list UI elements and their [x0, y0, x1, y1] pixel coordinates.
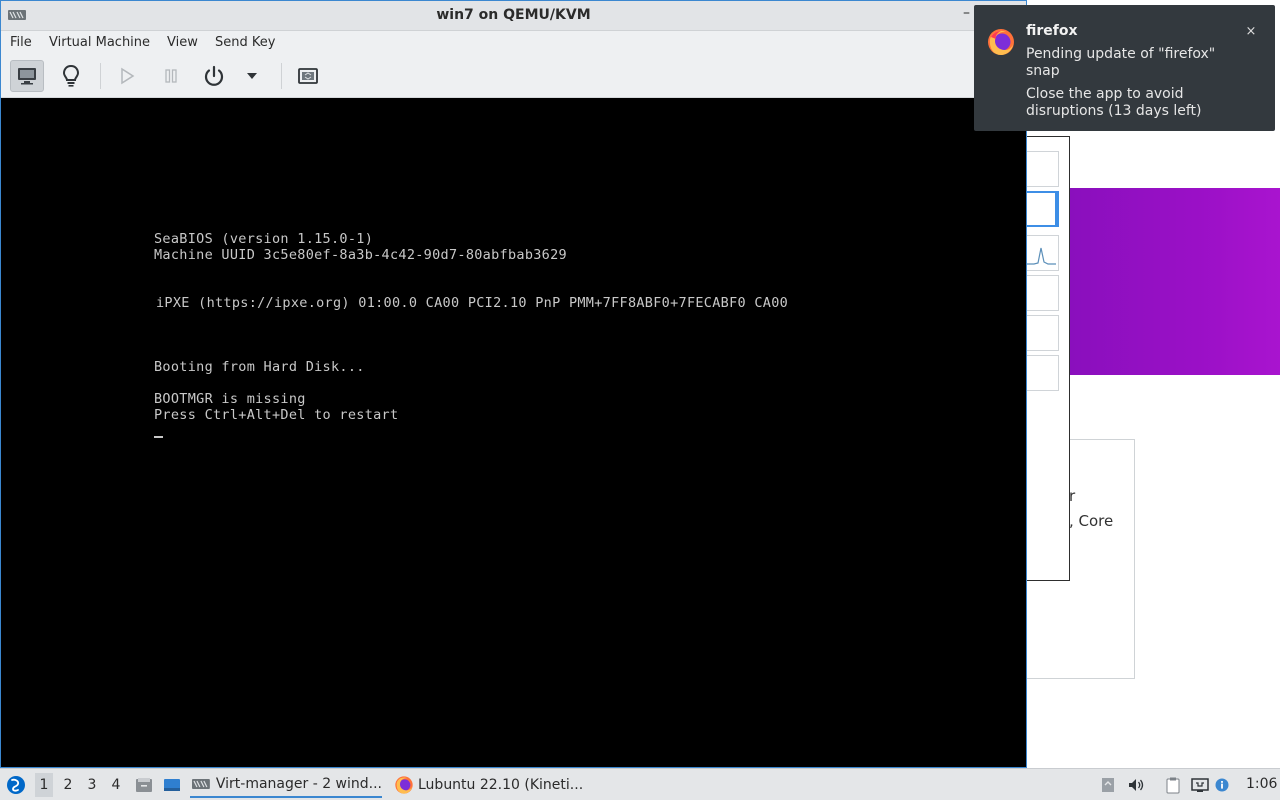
speaker-icon — [1129, 779, 1144, 791]
power-icon — [204, 65, 224, 86]
info-icon — [1215, 778, 1229, 792]
firefox-icon — [988, 29, 1014, 55]
notification-detail: Close the app to avoid disruptions (13 d… — [1026, 86, 1202, 119]
notification-title: firefox — [1026, 23, 1078, 39]
show-desktop-button[interactable] — [162, 775, 182, 795]
background-panel-field[interactable] — [1026, 151, 1059, 187]
lightbulb-icon — [62, 64, 80, 87]
sparkline-icon — [1026, 247, 1056, 265]
show-details-button[interactable] — [54, 60, 88, 92]
background-panel-field[interactable] — [1026, 355, 1059, 391]
background-text-fragment: , Core — [1069, 512, 1114, 530]
taskbar-item-label: Virt-manager - 2 wind... — [215, 776, 382, 792]
background-card-lower-edge — [1026, 581, 1070, 679]
toolbar — [1, 55, 1026, 98]
background-panel-field[interactable] — [1026, 275, 1059, 311]
file-manager-launcher[interactable] — [134, 775, 154, 795]
tray-volume[interactable] — [1126, 775, 1146, 795]
shutdown-menu-button[interactable] — [237, 60, 267, 92]
background-purple-banner — [1070, 188, 1280, 375]
play-icon — [121, 67, 135, 85]
notification-message: Pending update of "firefox" snap — [1026, 46, 1216, 79]
background-panel-graph[interactable] — [1026, 235, 1059, 271]
console-line: iPXE (https://ipxe.org) 01:00.0 CA00 PCI… — [156, 295, 789, 311]
firefox-icon — [395, 776, 413, 794]
console-line: Press Ctrl+Alt+Del to restart — [154, 407, 399, 423]
taskbar-item-virt-manager[interactable]: Virt-manager - 2 wind... — [190, 772, 382, 798]
console-line: Booting from Hard Disk... — [154, 359, 365, 375]
vm-console-display[interactable]: SeaBIOS (version 1.15.0-1) Machine UUID … — [1, 98, 1026, 767]
taskbar: 1 2 3 4 Virt-manager - 2 wind... Lubuntu… — [0, 768, 1280, 800]
console-cursor — [154, 436, 163, 438]
workspace-4[interactable]: 4 — [107, 777, 125, 793]
workspace-3[interactable]: 3 — [83, 777, 101, 793]
menu-send-key[interactable]: Send Key — [215, 35, 275, 50]
network-wired-icon — [1191, 778, 1209, 792]
workspace-2[interactable]: 2 — [59, 777, 77, 793]
fullscreen-icon — [298, 68, 318, 84]
lubuntu-logo-icon — [7, 776, 25, 794]
console-line: SeaBIOS (version 1.15.0-1) — [154, 231, 374, 247]
run-button[interactable] — [110, 60, 144, 92]
window-title: win7 on QEMU/KVM — [436, 7, 591, 23]
show-console-button[interactable] — [10, 60, 44, 92]
tray-clipboard[interactable] — [1163, 775, 1183, 795]
workspace-1[interactable]: 1 — [35, 773, 53, 797]
menu-file[interactable]: File — [10, 35, 32, 50]
menu-view[interactable]: View — [167, 35, 198, 50]
console-line: BOOTMGR is missing — [154, 391, 306, 407]
taskbar-item-label: Lubuntu 22.10 (Kineti... — [418, 777, 584, 793]
dropdown-arrow-icon — [247, 73, 257, 79]
file-manager-icon — [136, 778, 152, 792]
background-side-panel — [1026, 136, 1070, 581]
monitor-icon — [18, 68, 36, 85]
background-text-fragment: r — [1069, 487, 1076, 505]
tray-notifications[interactable] — [1214, 775, 1230, 795]
menu-virtual-machine[interactable]: Virtual Machine — [49, 35, 150, 50]
clock[interactable]: 1:06 — [1246, 776, 1277, 792]
menu-bar: File Virtual Machine View Send Key — [1, 31, 1026, 55]
console-line: Machine UUID 3c5e80ef-8a3b-4c42-90d7-80a… — [154, 247, 567, 263]
fullscreen-button[interactable] — [291, 60, 325, 92]
background-panel-field[interactable] — [1026, 315, 1059, 351]
start-menu-button[interactable] — [5, 774, 27, 796]
tray-network[interactable] — [1190, 775, 1210, 795]
clipboard-icon — [1166, 777, 1180, 794]
virt-manager-icon — [192, 779, 210, 789]
notification-close-button[interactable]: × — [1244, 25, 1258, 39]
notification-popup[interactable]: firefox Pending update of "firefox" snap… — [974, 5, 1275, 131]
vm-window: win7 on QEMU/KVM – File Virtual Machine … — [0, 0, 1027, 768]
package-icon — [1102, 778, 1114, 792]
tray-updates[interactable] — [1098, 775, 1118, 795]
background-panel-field-selected[interactable] — [1026, 191, 1059, 227]
toolbar-separator — [281, 63, 282, 89]
toolbar-separator — [100, 63, 101, 89]
pause-icon — [165, 69, 177, 83]
desktop-icon — [164, 779, 180, 791]
background-card — [1070, 439, 1135, 679]
pause-button[interactable] — [154, 60, 188, 92]
title-bar[interactable]: win7 on QEMU/KVM – — [1, 1, 1026, 31]
shutdown-button[interactable] — [197, 60, 231, 92]
taskbar-item-firefox[interactable]: Lubuntu 22.10 (Kineti... — [394, 772, 590, 798]
